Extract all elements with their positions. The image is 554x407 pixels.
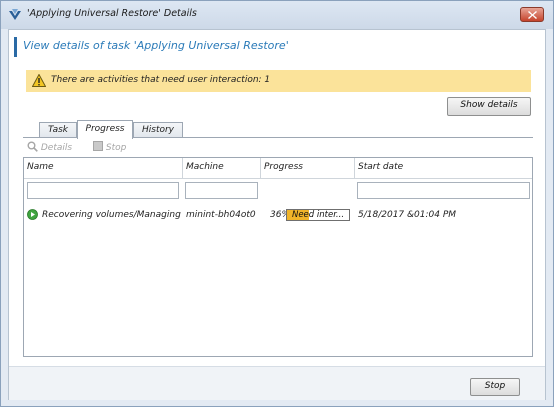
running-icon xyxy=(27,209,38,220)
stop-tool-button[interactable]: Stop xyxy=(93,141,126,153)
notice-text: There are activities that need user inte… xyxy=(51,75,271,85)
interaction-notice: There are activities that need user inte… xyxy=(26,70,531,92)
column-header-start-date[interactable]: Start date xyxy=(355,158,532,179)
warning-icon xyxy=(32,74,46,87)
tab-task[interactable]: Task xyxy=(39,122,77,138)
filter-start-date-input[interactable] xyxy=(357,182,530,199)
details-tool-button[interactable]: Details xyxy=(27,141,72,153)
column-header-machine[interactable]: Machine xyxy=(183,158,261,179)
stop-tool-label: Stop xyxy=(105,143,127,153)
close-button[interactable] xyxy=(520,7,544,22)
page-title: View details of task 'Applying Universal… xyxy=(23,39,289,52)
column-header-progress[interactable]: Progress xyxy=(261,158,355,179)
progress-bar-label: Need inter... xyxy=(291,210,345,220)
details-window: 'Applying Universal Restore' Details Vie… xyxy=(0,0,554,407)
header-accent-bar xyxy=(14,37,17,57)
row-start-date: 5/18/2017 &01:04 PM xyxy=(358,210,457,220)
app-icon xyxy=(9,9,21,20)
row-progress-bar: Need inter... xyxy=(286,209,350,221)
row-machine: minint-bh04ot0 xyxy=(186,210,256,220)
stop-button[interactable]: Stop xyxy=(470,378,520,396)
dialog-footer xyxy=(9,366,545,400)
activities-table: Name Machine Progress Start date Recover… xyxy=(23,157,533,357)
dialog-client-area: View details of task 'Applying Universal… xyxy=(8,29,546,400)
tab-progress[interactable]: Progress xyxy=(77,120,133,139)
tab-history[interactable]: History xyxy=(133,122,183,138)
table-row[interactable]: Recovering volumes/Managing ... minint-b… xyxy=(24,206,532,224)
show-details-button[interactable]: Show details xyxy=(447,97,531,116)
details-tool-label: Details xyxy=(40,143,73,153)
row-name: Recovering volumes/Managing ... xyxy=(42,210,182,220)
column-header-name[interactable]: Name xyxy=(24,158,183,179)
window-title: 'Applying Universal Restore' Details xyxy=(27,8,197,19)
filter-name-input[interactable] xyxy=(27,182,179,199)
magnifier-icon xyxy=(27,141,38,152)
close-icon xyxy=(528,11,537,19)
filter-machine-input[interactable] xyxy=(185,182,258,199)
title-bar[interactable]: 'Applying Universal Restore' Details xyxy=(1,1,553,29)
stop-square-icon xyxy=(93,141,103,151)
